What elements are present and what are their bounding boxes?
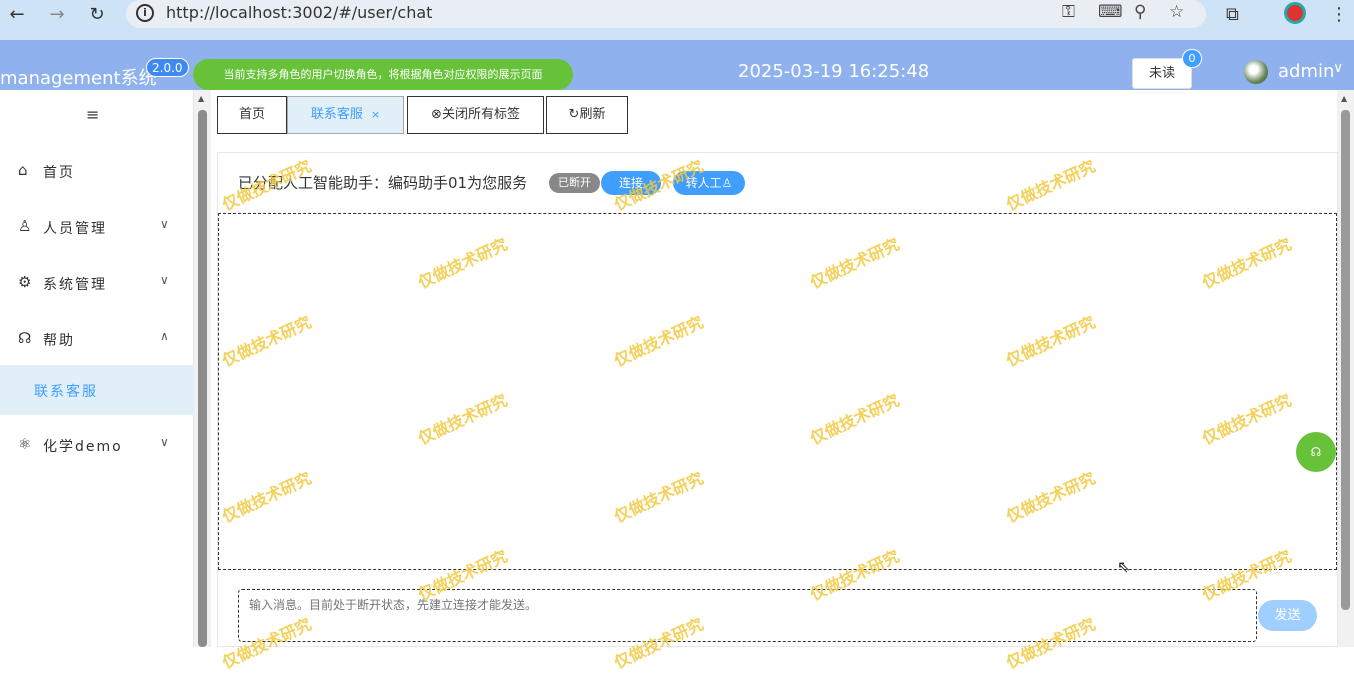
sidebar-item-contact-support[interactable]: 联系客服: [0, 365, 194, 415]
translate-icon[interactable]: ⌨: [1098, 2, 1123, 22]
browser-toolbar: ← → ↻ i http://localhost:3002/#/user/cha…: [0, 0, 1354, 40]
chevron-down-icon[interactable]: ∨: [1333, 60, 1343, 76]
sidebar-item-label: 化学demo: [43, 439, 123, 455]
tab-label: ↻刷新: [568, 107, 606, 122]
main-scrollbar[interactable]: ▲: [1337, 90, 1354, 647]
sidebar-item-system[interactable]: ⚙ 系统管理 ∨: [0, 254, 194, 310]
molecule-icon: ⚛: [18, 435, 32, 453]
key-icon[interactable]: ⚿: [1062, 2, 1075, 22]
tab-home[interactable]: 首页: [217, 96, 287, 134]
tab-label: 首页: [238, 107, 265, 122]
back-icon[interactable]: ←: [2, 4, 32, 26]
unread-count-badge: 0: [1182, 49, 1202, 68]
headset-icon[interactable]: ☊: [1296, 432, 1336, 472]
extensions-icon[interactable]: ⧉: [1226, 4, 1239, 25]
app-header: management系统 2.0.0 当前支持多角色的用户切换角色，将根据角色对…: [0, 40, 1354, 90]
sidebar-item-help[interactable]: ☊ 帮助 ∧: [0, 310, 194, 366]
sidebar-item-label: 系统管理: [43, 277, 107, 293]
sidebar-item-label: 人员管理: [43, 221, 107, 237]
message-input[interactable]: [238, 589, 1257, 642]
home-icon: ⌂: [18, 161, 28, 179]
assignment-text: 已分配人工智能助手：编码助手01为您服务: [238, 174, 528, 192]
chevron-up-icon: ∧: [160, 329, 169, 343]
chevron-down-icon: ∨: [160, 273, 169, 287]
url-text[interactable]: http://localhost:3002/#/user/chat: [166, 3, 432, 22]
tab-contact-support[interactable]: 联系客服 ×: [287, 96, 404, 134]
avatar[interactable]: [1244, 60, 1268, 84]
zoom-icon[interactable]: ⚲: [1134, 2, 1146, 22]
info-icon[interactable]: i: [136, 4, 154, 22]
forward-icon[interactable]: →: [42, 4, 72, 26]
sidebar-item-personnel[interactable]: ♙ 人员管理 ∨: [0, 198, 194, 254]
close-all-tabs-button[interactable]: ⊗关闭所有标签: [407, 96, 544, 134]
profile-icon[interactable]: [1284, 2, 1306, 24]
send-button[interactable]: 发送: [1258, 600, 1317, 631]
close-icon[interactable]: ×: [371, 108, 380, 121]
sidebar-item-chem-demo[interactable]: ⚛ 化学demo ∨: [0, 416, 194, 472]
sidebar-subitem-label: 联系客服: [34, 384, 98, 400]
tab-label: ⊗关闭所有标签: [431, 107, 520, 122]
bookmark-star-icon[interactable]: ☆: [1169, 2, 1184, 22]
chevron-down-icon: ∨: [160, 435, 169, 449]
role-notice: 当前支持多角色的用户切换角色，将根据角色对应权限的展示页面: [193, 59, 573, 90]
sidebar-item-label: 首页: [43, 165, 75, 181]
clock: 2025-03-19 16:25:48: [738, 61, 930, 82]
status-badge: 已断开: [549, 173, 600, 193]
headset-icon: ☊: [18, 329, 32, 347]
transfer-human-button[interactable]: 转人工♙: [673, 171, 745, 195]
refresh-button[interactable]: ↻刷新: [546, 96, 628, 134]
browser-menu-icon[interactable]: ⋮: [1330, 4, 1348, 25]
scrollbar-thumb[interactable]: [198, 110, 207, 647]
chevron-down-icon: ∨: [160, 217, 169, 231]
tab-label: 联系客服: [310, 107, 363, 122]
scrollbar-thumb[interactable]: [1341, 110, 1350, 610]
scroll-up-icon[interactable]: ▲: [198, 94, 204, 103]
gear-icon: ⚙: [18, 273, 32, 291]
address-bar[interactable]: i http://localhost:3002/#/user/chat ⚿ ⌨ …: [126, 0, 1206, 28]
menu-toggle-icon[interactable]: ≡: [86, 105, 99, 124]
connect-button[interactable]: 连接: [601, 171, 661, 195]
user-icon: ♙: [18, 217, 32, 235]
scroll-up-icon[interactable]: ▲: [1341, 94, 1347, 103]
version-badge: 2.0.0: [146, 58, 189, 77]
sidebar-scrollbar[interactable]: ▲: [194, 90, 211, 647]
sidebar-item-home[interactable]: ⌂ 首页: [0, 142, 194, 198]
reload-icon[interactable]: ↻: [82, 4, 112, 26]
sidebar-item-label: 帮助: [43, 333, 75, 349]
user-name[interactable]: admin: [1278, 61, 1334, 82]
app-title: management系统: [0, 68, 157, 89]
mouse-cursor-icon: ⇖: [1117, 557, 1131, 576]
message-area[interactable]: [218, 213, 1337, 570]
sidebar: ≡ ⌂ 首页 ♙ 人员管理 ∨ ⚙ 系统管理 ∨ ☊ 帮助 ∧ 联系客服 ⚛ 化…: [0, 90, 194, 647]
